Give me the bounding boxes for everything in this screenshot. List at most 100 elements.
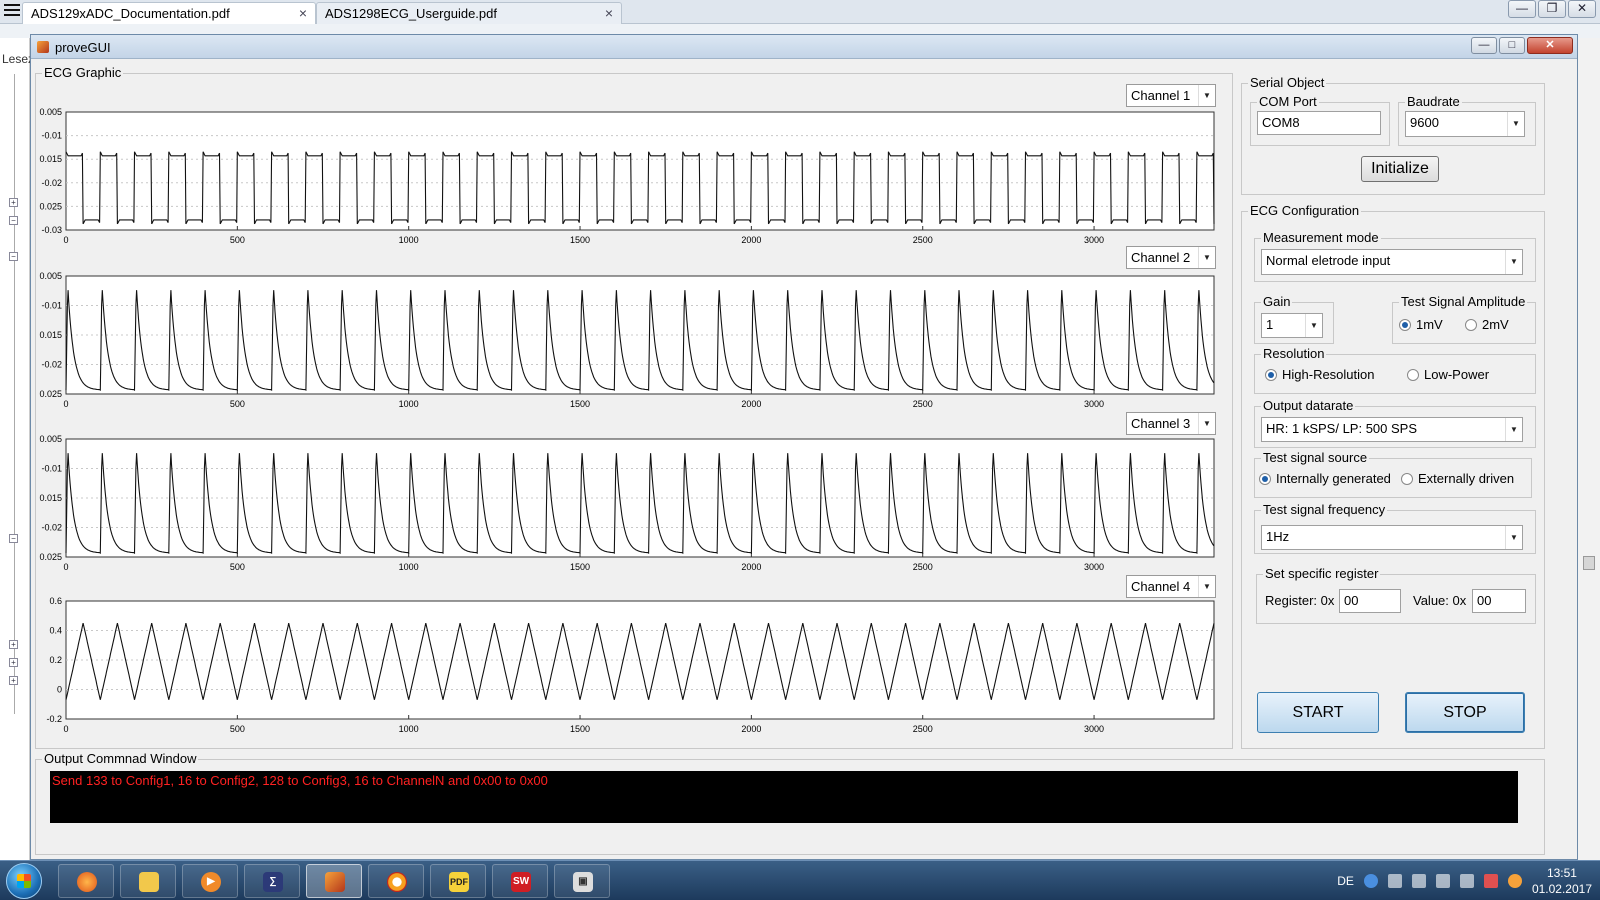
y-tick-label: -0.01 [41,464,62,474]
close-icon[interactable]: ✕ [1568,0,1596,18]
measurement-mode-select[interactable]: Normal eletrode input ▼ [1261,249,1523,275]
source-internal-radio[interactable]: Internally generated [1259,471,1391,486]
chevron-down-icon: ▼ [1198,413,1215,434]
volume-icon[interactable] [1483,874,1498,888]
channel-3-select[interactable]: Channel 3 ▼ [1126,412,1216,435]
figure-title: proveGUI [55,40,111,55]
windows-start-icon[interactable] [6,863,42,899]
pdf-icon[interactable]: PDF [430,864,486,898]
amplitude-2mv-radio[interactable]: 2mV [1465,317,1509,332]
clock[interactable]: 13:51 01.02.2017 [1532,865,1592,897]
x-tick-label: 3000 [1084,562,1104,572]
x-tick-label: 1500 [570,562,590,572]
com-port-input[interactable]: COM8 [1257,111,1381,135]
mathtype-icon[interactable]: ∑ [244,864,300,898]
tree-expand-icon[interactable]: + [9,676,18,685]
tree-expand-icon[interactable]: + [9,640,18,649]
radio-label: Externally driven [1418,471,1515,486]
app-tray-icon[interactable] [1507,874,1522,888]
amplitude-1mv-radio[interactable]: 1mV [1399,317,1443,332]
resolution-low-power-radio[interactable]: Low-Power [1407,367,1489,382]
x-tick-label: 1000 [399,562,419,572]
x-tick-label: 1000 [399,235,419,245]
tree-expand-icon[interactable]: + [9,658,18,667]
battery-icon[interactable] [1459,874,1474,888]
radio-unselected-icon [1465,319,1477,331]
tree-expand-icon[interactable]: − [9,216,18,225]
chevron-down-icon: ▼ [1505,250,1522,274]
chevron-down-icon: ▼ [1198,576,1215,597]
ecg-configuration-panel: ECG Configuration Measurement mode Norma… [1241,203,1545,749]
maximize-icon[interactable]: □ [1499,37,1525,54]
start-button[interactable]: START [1257,692,1379,733]
test-signal-frequency-select[interactable]: 1Hz ▼ [1261,525,1523,550]
stop-button[interactable]: STOP [1405,692,1525,733]
x-tick-label: 500 [230,399,245,409]
tree-expand-icon[interactable]: + [9,198,18,207]
box-icon[interactable]: ▣ [554,864,610,898]
register-input[interactable]: 00 [1339,589,1401,613]
source-external-radio[interactable]: Externally driven [1401,471,1514,486]
output-command-text: Send 133 to Config1, 16 to Config2, 128 … [50,771,1518,823]
initialize-button[interactable]: Initialize [1361,156,1439,182]
resolution-high-radio[interactable]: High-Resolution [1265,367,1375,382]
browser-tab-userguide[interactable]: ADS1298ECG_Userguide.pdf × [316,2,622,24]
tree-expand-icon[interactable]: − [9,252,18,261]
panel-title: Serial Object [1248,75,1327,90]
gain-group: Gain 1 ▼ [1254,294,1334,344]
tab-close-icon[interactable]: × [605,6,613,20]
y-tick-label: 0.025 [39,552,62,562]
browser-window-controls: — ❐ ✕ [1508,0,1596,18]
y-tick-label: 0.005 [39,271,62,281]
flag-icon[interactable] [1411,874,1426,888]
x-tick-label: 500 [230,724,245,734]
x-tick-label: 2000 [741,399,761,409]
menu-icon[interactable] [4,4,20,18]
matlab-figure-icon [37,41,49,53]
restore-icon[interactable]: ❐ [1538,0,1566,18]
specific-register-group: Set specific register Register: 0x 00 Va… [1256,566,1536,624]
radio-label: Low-Power [1424,367,1490,382]
explorer-icon[interactable] [120,864,176,898]
minimize-icon[interactable]: — [1508,0,1536,18]
language-indicator[interactable]: DE [1337,874,1354,888]
tree-expand-icon[interactable]: − [9,534,18,543]
firefox-icon[interactable] [58,864,114,898]
gain-select[interactable]: 1 ▼ [1261,313,1323,338]
matlab-icon[interactable] [306,864,362,898]
help-icon[interactable] [1363,874,1378,888]
chevron-down-icon: ▼ [1505,418,1522,441]
tree-line [14,74,15,714]
serial-object-panel: Serial Object COM Port COM8 Baudrate 960… [1241,75,1545,195]
up-arrow-icon[interactable] [1387,874,1402,888]
baudrate-select[interactable]: 9600 ▼ [1405,111,1525,137]
select-value: Channel 3 [1131,416,1191,431]
channel-2-select[interactable]: Channel 2 ▼ [1126,246,1216,269]
channel-1-select[interactable]: Channel 1 ▼ [1126,84,1216,107]
group-title: Gain [1261,294,1293,309]
network-icon[interactable] [1435,874,1450,888]
chevron-down-icon: ▼ [1198,247,1215,268]
y-tick-label: 0.015 [39,330,62,340]
x-tick-label: 2000 [741,562,761,572]
minimize-icon[interactable]: — [1471,37,1497,54]
browser-tab-documentation[interactable]: ADS129xADC_Documentation.pdf × [22,2,316,24]
scrollbar-thumb[interactable] [1583,556,1595,570]
ecg-plots: 0.005-0.010.015-0.020.025-0.030 500 1000 15… [39,107,1215,734]
radio-label: Internally generated [1276,471,1391,486]
group-title: Baudrate [1405,94,1462,109]
solidworks-icon[interactable]: SW [492,864,548,898]
select-value: HR: 1 kSPS/ LP: 500 SPS [1266,421,1418,436]
x-tick-label: 3000 [1084,399,1104,409]
output-datarate-select[interactable]: HR: 1 kSPS/ LP: 500 SPS ▼ [1261,417,1523,442]
close-icon[interactable]: ✕ [1527,37,1573,54]
y-tick-label: 0.6 [49,596,62,606]
audio-icon[interactable] [368,864,424,898]
media-player-icon[interactable]: ▶ [182,864,238,898]
tab-close-icon[interactable]: × [299,6,307,20]
figure-titlebar[interactable]: proveGUI — □ ✕ [31,35,1577,59]
group-title: Test Signal Amplitude [1399,294,1528,309]
clock-date: 01.02.2017 [1531,882,1592,896]
channel-4-select[interactable]: Channel 4 ▼ [1126,575,1216,598]
value-input[interactable]: 00 [1472,589,1526,613]
